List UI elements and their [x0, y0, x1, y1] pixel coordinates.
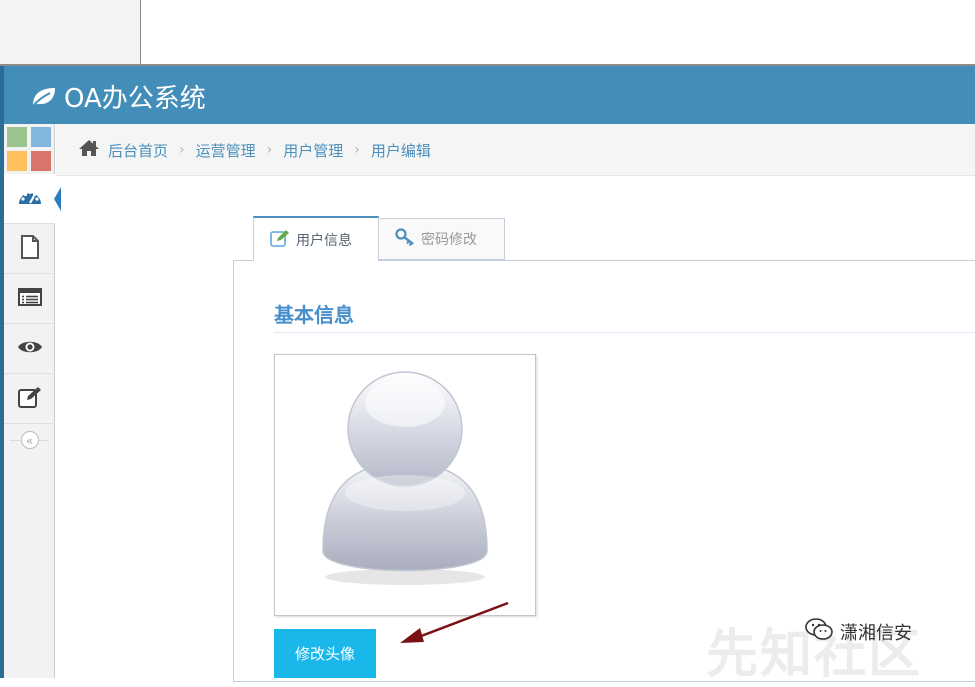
shortcut-tile-blue[interactable] [31, 127, 51, 147]
change-avatar-button[interactable]: 修改头像 [274, 629, 376, 678]
breadcrumb-item-user-management[interactable]: 用户管理 [283, 140, 343, 161]
file-icon [20, 234, 40, 263]
default-avatar-icon [322, 371, 488, 585]
breadcrumb-item-user-edit[interactable]: 用户编辑 [371, 140, 431, 161]
edit-icon [270, 229, 290, 251]
dashboard-icon [17, 186, 43, 212]
tab-password[interactable]: 密码修改 [379, 218, 505, 260]
leaf-icon [30, 85, 58, 109]
sidebar: « [0, 124, 61, 678]
shortcut-tile-green[interactable] [7, 127, 27, 147]
edit-icon [17, 386, 42, 412]
chevron-right-icon: › [266, 142, 273, 158]
wechat-icon [804, 616, 834, 647]
sidebar-item-dashboard[interactable] [4, 174, 61, 224]
chevron-right-icon: › [179, 142, 185, 158]
chevron-right-icon: › [354, 142, 360, 158]
list-icon [17, 287, 42, 310]
eye-icon [17, 339, 43, 359]
sidebar-item-view[interactable] [4, 324, 55, 374]
tab-label: 用户信息 [296, 232, 352, 249]
app-title: OA办公系统 [64, 84, 206, 114]
sidebar-item-list[interactable] [4, 274, 55, 324]
browser-side-pane [0, 0, 141, 64]
watermark: 潇湘信安 [804, 616, 912, 647]
sidebar-collapse-row: « [4, 425, 55, 455]
collapse-sidebar-button[interactable]: « [20, 431, 39, 449]
sidebar-item-file[interactable] [4, 224, 55, 274]
avatar [274, 354, 536, 616]
breadcrumb-item-operations[interactable]: 运营管理 [196, 140, 256, 161]
tab-user-info[interactable]: 用户信息 [253, 216, 379, 261]
sidebar-shortcuts[interactable] [7, 127, 53, 173]
annotation-arrow [396, 598, 511, 652]
key-icon [395, 228, 415, 250]
shortcut-tile-yellow[interactable] [7, 151, 27, 171]
shortcut-tile-red[interactable] [31, 151, 51, 171]
sidebar-item-edit[interactable] [4, 374, 55, 424]
browser-top-area [0, 0, 975, 66]
navbar: OA办公系统 [0, 66, 975, 124]
home-icon [78, 139, 100, 161]
section-divider [274, 332, 975, 333]
tab-label: 密码修改 [421, 232, 477, 248]
brand[interactable]: OA办公系统 [30, 78, 206, 115]
watermark-text: 潇湘信安 [840, 622, 912, 644]
breadcrumb-item-home[interactable]: 后台首页 [108, 140, 168, 161]
breadcrumb: 后台首页 › 运营管理 › 用户管理 › 用户编辑 [56, 124, 975, 176]
section-title: 基本信息 [274, 303, 354, 327]
